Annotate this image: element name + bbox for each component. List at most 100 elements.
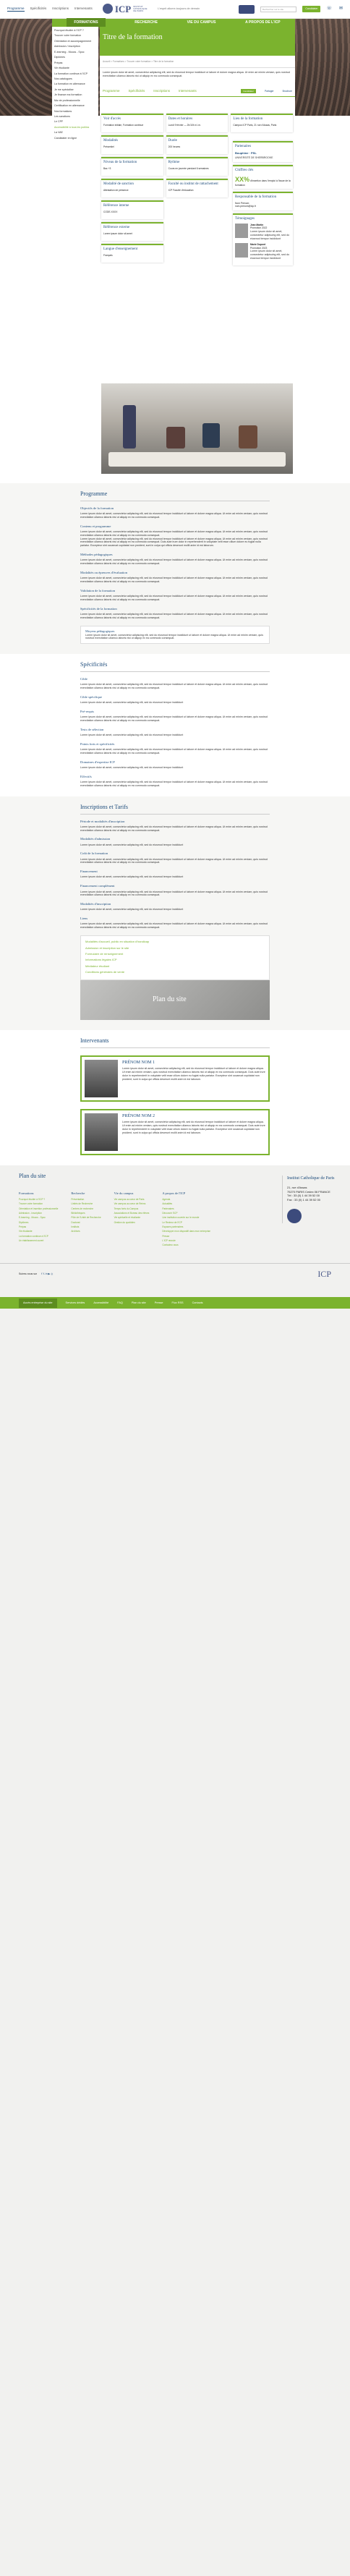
subnav-intervenants[interactable]: Intervenants	[179, 89, 197, 93]
tab-inscriptions[interactable]: Inscriptions	[52, 7, 69, 11]
useful-link[interactable]: Modalités d'accueil, public en situation…	[85, 940, 265, 943]
footer-link[interactable]: Découvrir l'ICP	[162, 1212, 210, 1215]
info-card: Référence externe Lorem ipsum dolor sit a…	[101, 222, 163, 241]
sidebar-item[interactable]: Les sanctions	[54, 115, 96, 119]
partner-logo-1[interactable]: Bouphine · PSL	[235, 151, 291, 155]
footer-link[interactable]: Diplômes	[19, 1221, 58, 1224]
sidebar-item[interactable]: Pourquoi étudier à l'ICP ?	[54, 29, 96, 33]
sidebar-item[interactable]: La formation continue à l'ICP	[54, 72, 96, 76]
footer-link[interactable]: Vie campus au cœur de Reims	[114, 1202, 150, 1205]
manager-email[interactable]: nom.prenom@icp.fr	[235, 205, 291, 208]
footer-link[interactable]: Développer mon dispositif dans mon entre…	[162, 1230, 210, 1233]
nav-formations[interactable]: FORMATIONS	[67, 18, 106, 27]
footer-link[interactable]: Actualités	[162, 1202, 210, 1205]
bottom-link[interactable]: Presse	[155, 1301, 163, 1305]
sidebar-item[interactable]: Diplômes	[54, 56, 96, 59]
sidebar-item[interactable]: Accessibilité à tous les publics	[54, 126, 96, 129]
tab-programme[interactable]: Programme	[7, 7, 25, 12]
subnav-programme[interactable]: Programme	[103, 89, 120, 93]
bottom-link[interactable]: FAQ	[117, 1301, 123, 1305]
useful-link[interactable]: Informations légales ICP	[85, 958, 265, 961]
footer-link[interactable]: Contactez-nous	[162, 1244, 210, 1246]
sidebar-item[interactable]: E-learning - Moocs - Spoc	[54, 51, 96, 54]
sidebar-item[interactable]: Certification en alternance	[54, 104, 96, 108]
footer-link[interactable]: Associations et Bureau des élèves	[114, 1212, 150, 1215]
bottom-link[interactable]: Accessibilité	[93, 1301, 108, 1305]
footer-link[interactable]: Admission - inscription	[19, 1212, 58, 1215]
footer-link[interactable]: Présentation	[71, 1198, 101, 1201]
candidate-button[interactable]: Candidater	[302, 6, 321, 12]
sidebar-item[interactable]: Trouver votre formation	[54, 34, 96, 38]
sidebar-item[interactable]: Je me spécialise	[54, 88, 96, 92]
footer-link[interactable]: Pôle de l'Unité de Recherche	[71, 1216, 101, 1219]
footer-link[interactable]: Presse	[162, 1235, 210, 1238]
footer-link[interactable]: Gestion du quotidien	[114, 1221, 150, 1224]
footer-link[interactable]: Pourquoi étudier à l'ICP ?	[19, 1198, 58, 1201]
footer-link[interactable]: Agenda	[162, 1198, 210, 1201]
contact-icon[interactable]: ☏	[326, 6, 332, 12]
sidebar-item[interactable]: Prépas	[54, 61, 96, 65]
sidebar-item[interactable]: Orientation et accompagnement	[54, 40, 96, 43]
footer-link[interactable]: Centres de recherche	[71, 1207, 101, 1210]
partner-logo-2[interactable]: UNIVERSITÉ DE SHERBROOKE	[235, 156, 291, 160]
footer-link[interactable]: Bibliothèques	[71, 1212, 101, 1215]
search-input[interactable]: Rechercher sur le site	[260, 6, 297, 12]
footer-link[interactable]: Unités de Recherche	[71, 1202, 101, 1205]
footer-link[interactable]: Vie campus au cœur de Paris	[114, 1198, 150, 1201]
share-icon[interactable]: Partager	[265, 90, 274, 93]
footer-link[interactable]: Instituts	[71, 1225, 101, 1228]
sidebar-item[interactable]: Nos catalogues	[54, 77, 96, 81]
subnav-candidate-button[interactable]: Candidater	[241, 89, 256, 94]
footer-link[interactable]: Espaces partenaires	[162, 1225, 210, 1228]
footer-link[interactable]: E-learning - Moocs - Spoc	[19, 1216, 58, 1219]
sidebar-item[interactable]: La VAE	[54, 131, 96, 135]
sidebar-item[interactable]: Je finance ma formation	[54, 93, 96, 97]
subnav-inscriptions[interactable]: Inscriptions	[153, 89, 170, 93]
footer-link[interactable]: La formation continue à l'ICP	[19, 1235, 58, 1238]
footer-link[interactable]: Doctorat	[71, 1221, 101, 1224]
site-map-image[interactable]: Plan du site	[80, 980, 270, 1021]
sidebar-item[interactable]: La formation en alternance	[54, 82, 96, 86]
intervenants-section: Intervenants PRÉNOM NOM 1 Lorem ipsum dol…	[0, 1030, 350, 1166]
footer-link[interactable]: Une institution ouverte sur le monde	[162, 1216, 210, 1219]
bottom-link[interactable]: Flux RSS	[172, 1301, 184, 1305]
footer-link[interactable]: Prépas	[19, 1225, 58, 1228]
footer-icp-logo[interactable]: ICP	[317, 1268, 331, 1280]
agenda-icon[interactable]: ✉	[339, 6, 343, 12]
bottom-link[interactable]: Services dédiés	[66, 1301, 85, 1305]
footer-link[interactable]: Le Recteur de l'ICP	[162, 1221, 210, 1224]
footer-link[interactable]: Partenaires	[162, 1207, 210, 1210]
speaker-bio: Lorem ipsum dolor sit amet, consectetur …	[122, 1121, 265, 1134]
subnav-specificites[interactable]: Spécificités	[129, 89, 145, 93]
footer-link[interactable]: L'ICP recrute	[162, 1239, 210, 1242]
bottom-link[interactable]: Accès entreprise du site	[19, 1298, 57, 1308]
tab-specificites[interactable]: Spécificités	[30, 7, 47, 11]
useful-link[interactable]: Médiateur étudiant	[85, 964, 265, 968]
footer-link[interactable]: Vie spirituelle et étudiante	[114, 1216, 150, 1219]
useful-link[interactable]: Formulaire de renseignement	[85, 952, 265, 956]
footer-link[interactable]: Trouver votre formation	[19, 1202, 58, 1205]
footer-link[interactable]: Temps forts du Campus	[114, 1207, 150, 1210]
nav-recherche[interactable]: RECHERCHE	[135, 20, 158, 25]
footer-link[interactable]: Archives	[71, 1230, 101, 1233]
useful-link[interactable]: Conditions générales de vente	[85, 970, 265, 974]
bottom-link[interactable]: Contacts	[192, 1301, 203, 1305]
useful-link[interactable]: Admission et inscription sur le site	[85, 946, 265, 950]
breadcrumb[interactable]: Accueil > Formations > Trouver votre for…	[100, 56, 295, 68]
footer-link[interactable]: Un établissement ouvert	[19, 1239, 58, 1242]
footer-link[interactable]: Vie étudiante	[19, 1230, 58, 1233]
tab-intervenants[interactable]: Intervenants	[74, 7, 93, 11]
social-icons[interactable]: f 𝕏 in ▶ ◎	[41, 1272, 53, 1276]
brochure-icon[interactable]: Brochure	[283, 90, 292, 93]
sidebar-item[interactable]: Ma vie professionnelle	[54, 99, 96, 103]
sidebar-item[interactable]: Nos formations	[54, 110, 96, 114]
sidebar-item[interactable]: Candidater en ligne	[54, 137, 96, 140]
sidebar-item[interactable]: Admission / inscription	[54, 45, 96, 48]
sidebar-item[interactable]: Le CPF	[54, 120, 96, 124]
footer-link[interactable]: Orientation et insertion professionnelle	[19, 1207, 58, 1210]
icp-logo[interactable]: ICP INSTITUT CATHOLIQUE DE PARIS	[102, 3, 149, 16]
nav-a-propos[interactable]: A PROPOS DE L'ICP	[245, 20, 281, 25]
sidebar-item[interactable]: Vie étudiante	[54, 67, 96, 70]
nav-vie-campus[interactable]: VIE DU CAMPUS	[187, 20, 216, 25]
bottom-link[interactable]: Plan du site	[132, 1301, 146, 1305]
